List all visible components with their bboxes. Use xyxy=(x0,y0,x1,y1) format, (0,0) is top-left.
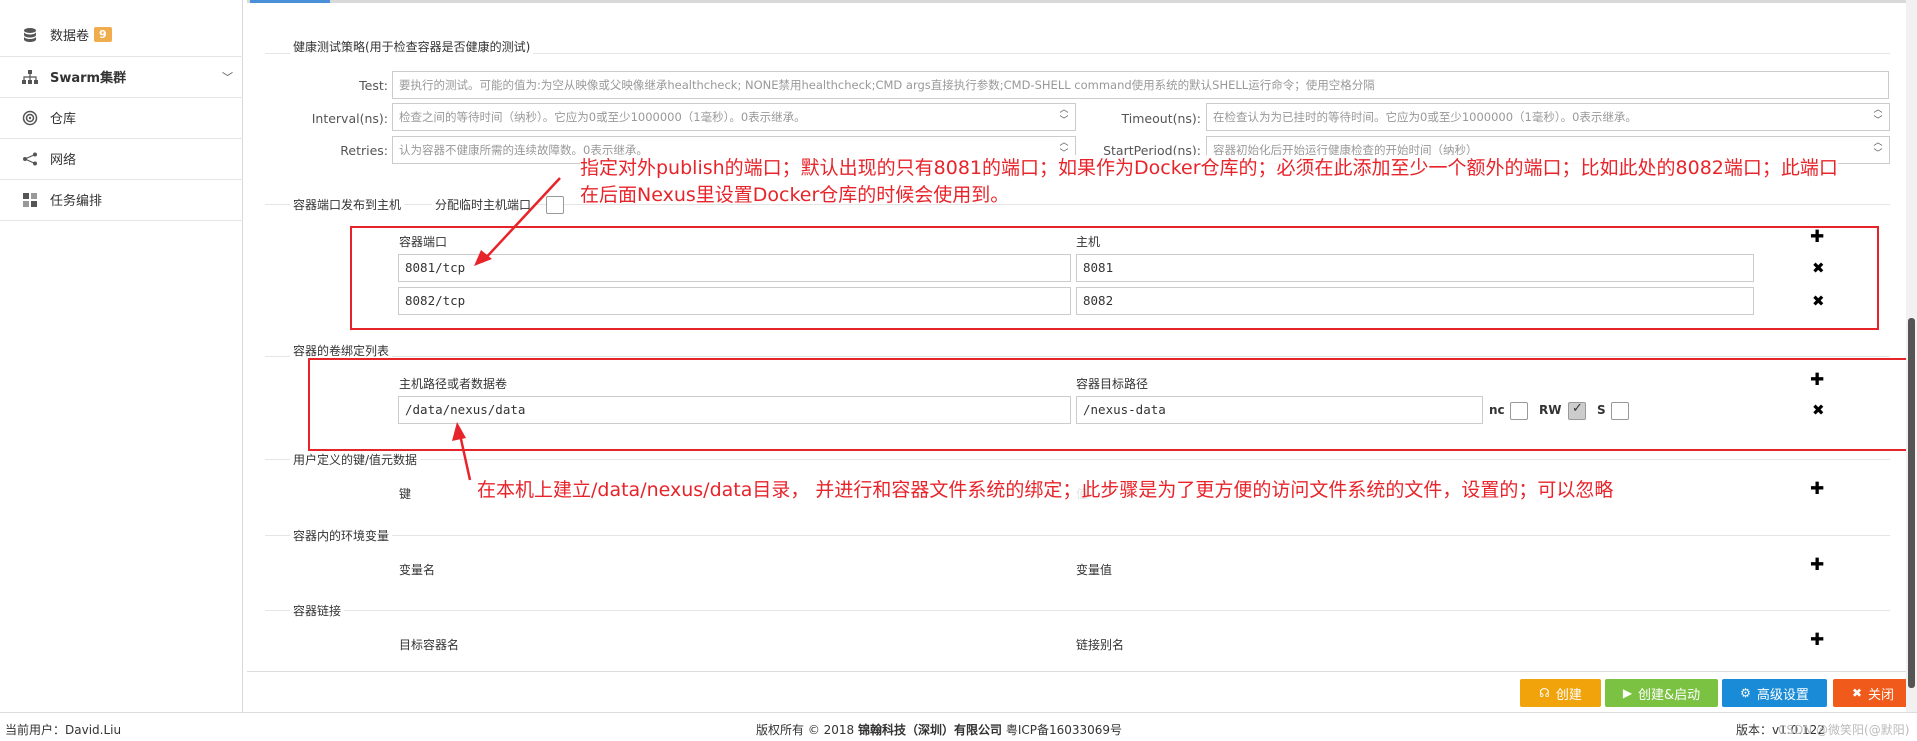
headset-icon: ☊ xyxy=(1539,686,1550,700)
annotation-volume-note: 在本机上建立/data/nexus/data目录， 并进行和容器文件系统的绑定；… xyxy=(477,477,1614,504)
annotation-ports-line1: 指定对外publish的端口；默认出现的只有8081的端口；如果作为Docker… xyxy=(580,155,1838,182)
create-button[interactable]: ☊ 创建 xyxy=(1520,679,1601,707)
current-user: 当前用户：David.Liu xyxy=(5,723,122,737)
copyright: 版权所有 © 2018 锦翰科技（深圳）有限公司 粤ICP备16033069号 xyxy=(756,723,1123,737)
create-start-button[interactable]: ▶ 创建&启动 xyxy=(1605,679,1718,707)
close-button[interactable]: ✖ 关闭 xyxy=(1833,679,1913,707)
gears-icon: ⚙ xyxy=(1740,686,1751,700)
footer: 当前用户：David.Liu 版权所有 © 2018 锦翰科技（深圳）有限公司 … xyxy=(0,712,1917,741)
advanced-settings-button[interactable]: ⚙ 高级设置 xyxy=(1722,679,1827,707)
close-icon: ✖ xyxy=(1851,686,1863,700)
scrollbar-thumb[interactable] xyxy=(1908,318,1915,688)
play-icon: ▶ xyxy=(1622,686,1633,700)
annotation-ports-line2: 在后面Nexus里设置Docker仓库的时候会使用到。 xyxy=(580,184,1010,206)
annotation-arrows xyxy=(452,177,561,481)
footer-divider xyxy=(247,671,1907,672)
watermark: CSDN @微笑阳(@默阳) xyxy=(1778,723,1910,737)
